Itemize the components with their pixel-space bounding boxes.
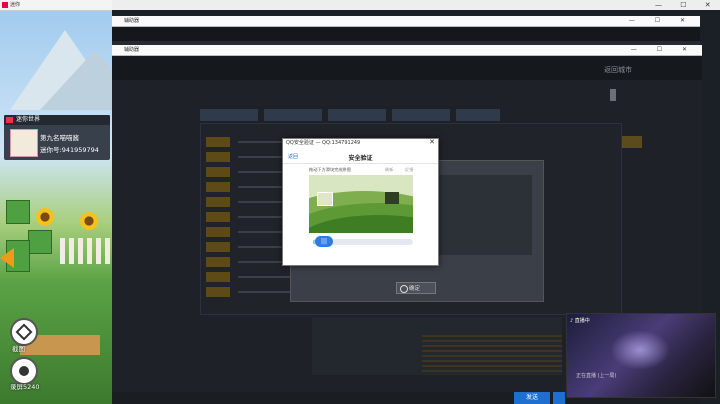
launcher-title: 辅助器: [124, 18, 140, 24]
feedback-link[interactable]: 反馈: [405, 167, 413, 173]
captcha-puzzle-image: [309, 175, 413, 233]
game-window: 迷你 迷你世界 第九名喵喵酱 迷你号:941959794 截图 录屏5240: [0, 0, 112, 404]
security-verification-dialog: QQ安全验证 — QQ:134791249 ✕ 安全验证 返回 拖动下方滑块完成…: [282, 138, 439, 266]
task-button[interactable]: [206, 182, 230, 192]
divider: [283, 163, 438, 164]
back-link[interactable]: 返回: [288, 153, 298, 160]
puzzle-piece[interactable]: [317, 192, 333, 206]
mountain-decoration: [40, 50, 112, 110]
game-title: 迷你: [10, 2, 21, 8]
game-app-icon: [2, 2, 8, 8]
grass-block: [6, 200, 30, 224]
dialog-heading: 安全验证: [348, 155, 373, 162]
task-button[interactable]: [206, 152, 230, 162]
confirm-button[interactable]: 确定: [396, 282, 436, 294]
captcha-instruction: 拖动下方滑块完成拼图: [309, 167, 351, 172]
send-button[interactable]: 发送: [514, 392, 550, 404]
player-name: 第九名喵喵酱: [40, 134, 79, 142]
dropdown-button[interactable]: [553, 392, 565, 404]
grass-block: [28, 230, 52, 254]
screenshot-button[interactable]: [10, 318, 38, 346]
stream-visual: [610, 330, 670, 370]
close-icon[interactable]: ✕: [429, 138, 435, 146]
game-titlebar: 迷你: [0, 0, 112, 11]
launcher-titlebar: 辅助器 — ☐ ✕: [112, 45, 702, 56]
task-button[interactable]: [206, 212, 230, 222]
dialog-title: QQ安全验证 — QQ:134791249: [286, 140, 361, 146]
task-button[interactable]: [206, 137, 230, 147]
launcher-title: 辅助器: [124, 47, 140, 53]
task-button[interactable]: [206, 257, 230, 267]
task-button[interactable]: [206, 287, 230, 297]
stream-caption: 正在直播 (上一局): [576, 373, 617, 379]
player-id: 迷你号:941959794: [40, 146, 99, 154]
record-label: 录屏5240: [10, 383, 40, 391]
task-button[interactable]: [206, 197, 230, 207]
screenshot-label: 截图: [12, 345, 25, 353]
chat-log: [422, 335, 562, 375]
window-controls[interactable]: — ☐ ✕: [631, 45, 696, 55]
speaker-icon[interactable]: [610, 89, 624, 101]
launcher-nav: [112, 27, 700, 41]
puzzle-slot: [385, 192, 399, 204]
panel-tabs[interactable]: [200, 109, 500, 121]
window-controls[interactable]: — ☐ ✕: [629, 16, 694, 26]
player-card[interactable]: 迷你世界 第九名喵喵酱 迷你号:941959794: [4, 115, 110, 160]
refresh-link[interactable]: 刷新: [385, 167, 393, 173]
back-to-city-link[interactable]: 返回城市: [604, 65, 632, 75]
player-card-header: 迷你世界: [4, 115, 110, 125]
arrow-left-icon[interactable]: [0, 248, 14, 268]
stream-label: ♪ 直播中: [570, 318, 590, 324]
launcher-titlebar: 辅助器 — ☐ ✕: [112, 16, 700, 27]
task-button[interactable]: [206, 227, 230, 237]
sunflower-decoration: [80, 212, 98, 230]
task-button[interactable]: [206, 242, 230, 252]
avatar: [10, 129, 38, 157]
captcha-slider-handle[interactable]: |||: [315, 236, 333, 247]
window-controls[interactable]: — ☐ ✕: [655, 1, 719, 9]
fence-decoration: [60, 238, 110, 264]
desktop-titlebar: [112, 0, 720, 10]
sunflower-decoration: [36, 208, 54, 226]
task-button[interactable]: [206, 167, 230, 177]
task-button[interactable]: [206, 272, 230, 282]
